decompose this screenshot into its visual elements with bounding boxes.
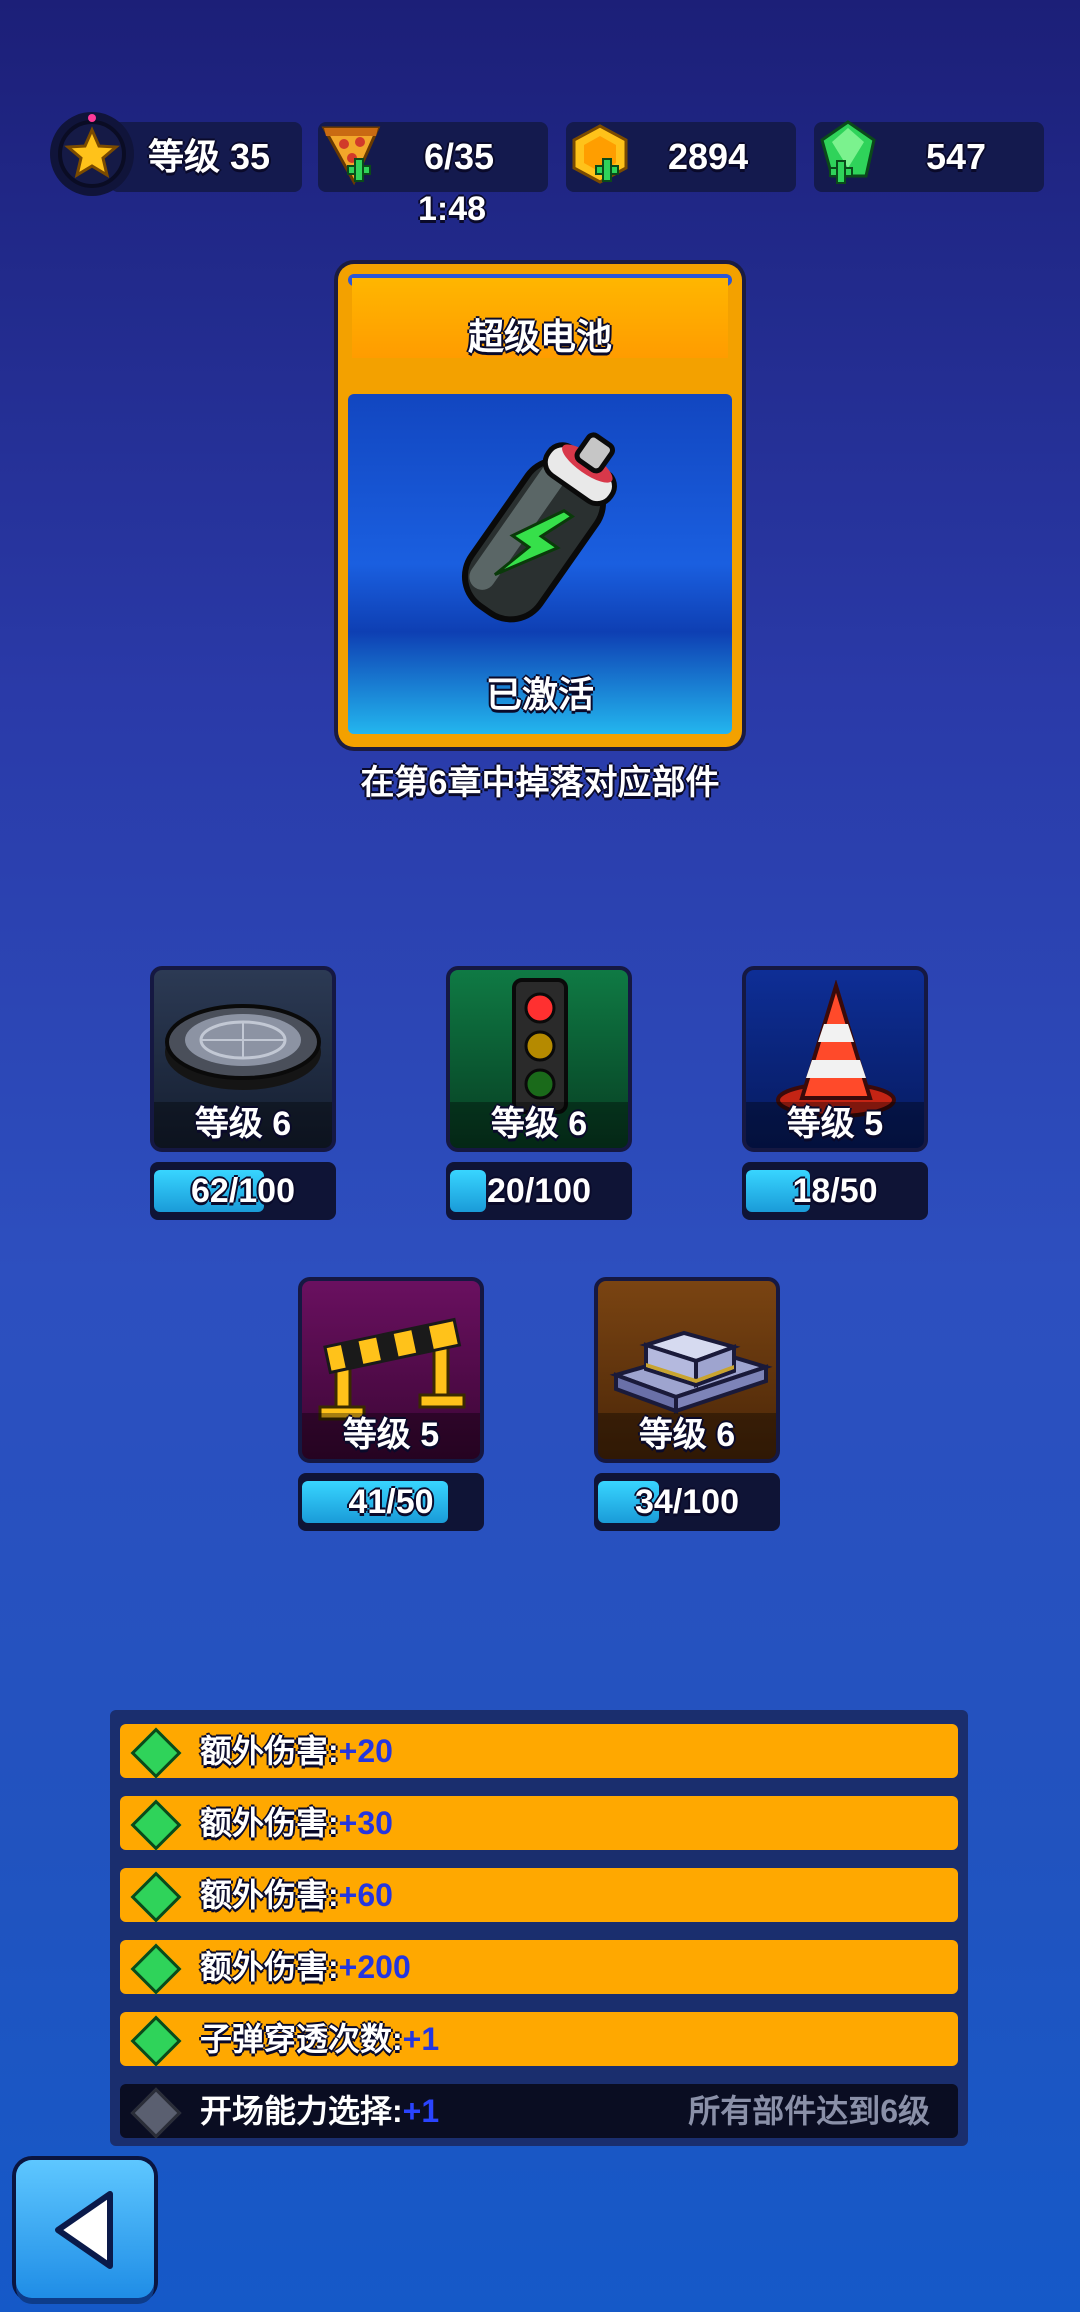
bonus-requirement: 所有部件达到6级 <box>688 2093 930 2129</box>
traffic-cone-icon <box>776 980 896 1118</box>
level-label: 等级 35 <box>148 136 271 177</box>
bonus-row-locked: 开场能力选择:+1 所有部件达到6级 <box>120 2084 958 2139</box>
manhole-cover-icon <box>165 1004 321 1090</box>
gem-bullet-icon <box>130 1871 182 1923</box>
part-progress-bar: 62/100 <box>150 1162 336 1220</box>
part-progress: 18/50 <box>792 1172 878 1210</box>
gem-icon <box>814 118 884 199</box>
bonus-value: +60 <box>338 1877 393 1913</box>
card-status: 已激活 <box>485 674 594 715</box>
bonus-row: 额外伤害:+60 <box>120 1868 958 1923</box>
battery-icon <box>418 414 658 659</box>
part-progress-bar: 34/100 <box>594 1473 780 1531</box>
part-level: 等级 6 <box>154 1102 332 1148</box>
bonus-value: +30 <box>338 1805 393 1841</box>
bonus-row: 额外伤害:+30 <box>120 1796 958 1851</box>
back-arrow-icon <box>55 2191 113 2269</box>
gem-bullet-icon <box>130 1727 182 1779</box>
gem-bullet-icon <box>130 2015 182 2067</box>
concrete-block-icon <box>609 1330 773 1414</box>
part-progress-bar: 18/50 <box>742 1162 928 1220</box>
part-progress: 62/100 <box>191 1172 295 1210</box>
star-icon <box>58 114 126 188</box>
bonus-value: +1 <box>402 2021 440 2057</box>
drop-hint: 在第6章中掉落对应部件 <box>360 764 720 802</box>
gem-bullet-icon <box>130 1799 182 1851</box>
gem-bullet-icon <box>130 2087 182 2139</box>
bonus-row: 子弹穿透次数:+1 <box>120 2012 958 2067</box>
traffic-light-icon <box>512 978 568 1114</box>
part-tile-barrier[interactable]: 等级 5 <box>298 1277 484 1463</box>
part-progress-bar: 41/50 <box>298 1473 484 1531</box>
part-level: 等级 5 <box>302 1413 480 1459</box>
card-body: 已激活 <box>348 394 732 734</box>
part-tile-traffic-light[interactable]: 等级 6 <box>446 966 632 1152</box>
bonus-panel: 额外伤害:+20 额外伤害:+30 额外伤害:+60 额外伤害:+200 子弹穿… <box>110 1710 968 2146</box>
bonus-label: 额外伤害:+60 <box>200 1877 393 1913</box>
bonus-value: +200 <box>338 1949 411 1985</box>
bonus-label: 额外伤害:+200 <box>200 1949 411 1985</box>
part-tile-concrete-block[interactable]: 等级 6 <box>594 1277 780 1463</box>
pizza-icon <box>318 120 388 199</box>
bonus-label: 子弹穿透次数:+1 <box>200 2021 440 2057</box>
super-battery-card: 超级电池 已激活 <box>338 264 742 747</box>
gems-value: 547 <box>926 136 987 177</box>
part-progress: 41/50 <box>348 1483 434 1521</box>
back-button[interactable] <box>16 2160 154 2298</box>
card-header: 超级电池 <box>352 278 728 358</box>
part-level: 等级 6 <box>598 1413 776 1459</box>
part-progress: 34/100 <box>635 1483 739 1521</box>
bonus-row: 额外伤害:+200 <box>120 1940 958 1995</box>
star-badge[interactable] <box>50 112 134 196</box>
coin-icon <box>566 120 636 199</box>
bonus-row: 额外伤害:+20 <box>120 1724 958 1779</box>
bonus-value: +1 <box>402 2093 440 2129</box>
bonus-value: +20 <box>338 1733 393 1769</box>
part-level: 等级 6 <box>450 1102 628 1148</box>
part-level: 等级 5 <box>746 1102 924 1148</box>
part-progress-bar: 20/100 <box>446 1162 632 1220</box>
part-tile-traffic-cone[interactable]: 等级 5 <box>742 966 928 1152</box>
coins-value: 2894 <box>668 136 749 177</box>
barrier-icon <box>318 1317 466 1421</box>
card-title: 超级电池 <box>467 316 612 357</box>
part-progress: 20/100 <box>487 1172 591 1210</box>
bonus-label: 额外伤害:+30 <box>200 1805 393 1841</box>
level-pill[interactable]: 等级 35 <box>110 122 302 192</box>
bonus-label: 开场能力选择:+1 <box>200 2093 440 2129</box>
part-tile-manhole-cover[interactable]: 等级 6 <box>150 966 336 1152</box>
energy-timer: 1:48 <box>418 190 487 228</box>
gem-bullet-icon <box>130 1943 182 1995</box>
energy-value: 6/35 <box>424 136 495 177</box>
bonus-label: 额外伤害:+20 <box>200 1733 393 1769</box>
